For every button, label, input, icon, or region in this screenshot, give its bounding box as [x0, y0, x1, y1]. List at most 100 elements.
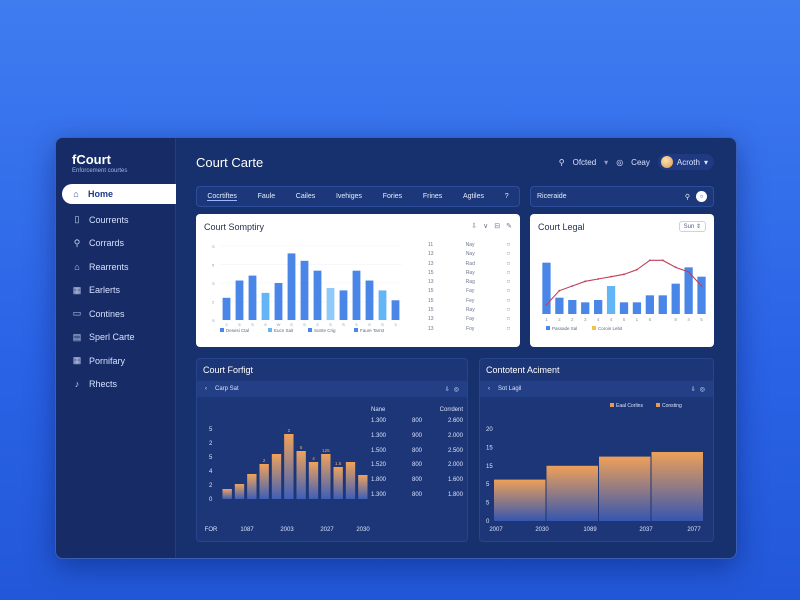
checkbox-icon[interactable]: □	[507, 298, 510, 307]
legend-label: Eaal Corlins	[616, 403, 643, 409]
table-cell: Rad	[465, 260, 475, 267]
sidebar-item-label: Rearrents	[89, 261, 129, 272]
legend-swatch	[610, 403, 614, 407]
tab-4[interactable]: Ivehiges	[336, 193, 362, 200]
y-tick-label: 15	[486, 464, 493, 470]
sidebar-item-pornifary[interactable]: ▦ Pornifary	[56, 349, 176, 373]
tab-7[interactable]: Agtiles	[463, 193, 484, 200]
checkbox-icon[interactable]: □	[507, 279, 510, 288]
bar	[222, 297, 231, 320]
chevron-down-icon[interactable]: ∨	[483, 222, 488, 230]
checkbox-icon[interactable]: □	[507, 326, 510, 335]
data-label: 4	[312, 456, 315, 461]
x-tick-label: 4	[610, 317, 613, 322]
user-menu[interactable]: Acroth ▾	[657, 154, 714, 170]
y-tick-label: S	[212, 281, 215, 286]
bar	[632, 302, 642, 314]
checkbox-icon[interactable]: □	[507, 251, 510, 260]
table-row: 13 Rag □	[428, 279, 510, 288]
summary-table: 11 Nay □ 13 Nay □ 13 Rad □ 15 Ray □ 13 Rag □ 15 Fay □ 15 Fe…	[428, 242, 510, 335]
period-select[interactable]: Sun ⇕	[678, 221, 706, 232]
search-label[interactable]: Ofcted	[573, 158, 597, 167]
table-cell: Ray	[465, 269, 475, 276]
x-tick-label: S	[342, 322, 345, 327]
checkbox-icon[interactable]: □	[507, 307, 510, 316]
court-legal-card: Court Legal Sun ⇕ 1 2 2 3 4 4 5 1 6 8 4 5 Passade Sa…	[530, 214, 714, 347]
legend-swatch	[546, 326, 550, 330]
table-cell: 15	[428, 288, 434, 295]
court-summary-card: Court Somptiry ⇩ ∨ ⊟ ✎ S5S2S25S5WSSSSS5S…	[196, 214, 520, 347]
x-tick-label: S	[303, 322, 306, 327]
sidebar-item-contines[interactable]: ▭ Contines	[56, 302, 176, 326]
legend-label: Eucn Sait	[274, 328, 294, 333]
tab-5[interactable]: Fories	[383, 193, 402, 200]
checkbox-icon[interactable]: □	[507, 270, 510, 279]
sidebar-item-courrents[interactable]: ▯ Courrents	[56, 208, 176, 232]
filter-label[interactable]: Carp Sat	[215, 386, 445, 392]
legend-swatch	[656, 403, 660, 407]
x-tick-label: 2027	[320, 527, 334, 533]
forecast-bar-chart: 5 2 5 4 2 0 2 2 5 4 125 1.5 FOR 1087 2003 2027 2030	[205, 427, 371, 533]
download-icon[interactable]: ⇩	[691, 386, 696, 393]
sidebar-item-corrards[interactable]: ⚲ Corrards	[56, 232, 176, 256]
line-point	[584, 280, 587, 283]
main-area: Court Carte ⚲ Ofcted ▾ ◎ Ceay Acroth ▾ C…	[176, 138, 736, 558]
legend-swatch	[268, 328, 272, 332]
tab-8[interactable]: ?	[505, 193, 509, 200]
table-row: 13 Rad □	[428, 261, 510, 270]
side-search-bar[interactable]: Riceraide ⚲ ○	[530, 186, 714, 207]
bar	[222, 489, 232, 499]
sidebar-item-earlerts[interactable]: ▦ Earlerts	[56, 279, 176, 303]
chevron-left-icon[interactable]: ‹	[488, 386, 490, 392]
sidebar-item-label: Pornifary	[89, 355, 126, 366]
bar	[308, 462, 319, 499]
checkbox-icon[interactable]: □	[507, 316, 510, 325]
card-title: Court Forfigt	[203, 365, 254, 375]
edit-icon[interactable]: ✎	[506, 222, 512, 230]
table-cell: 2.000	[447, 432, 463, 439]
chat-icon[interactable]: ◎	[616, 158, 623, 167]
checkbox-icon[interactable]: □	[507, 288, 510, 297]
table-row: 1.520 800 2.000	[371, 462, 463, 477]
table-cell: 800	[411, 491, 422, 498]
chevron-down-icon: ▾	[703, 157, 708, 167]
data-label: 2	[263, 458, 266, 463]
filter-icon[interactable]: ⊟	[494, 222, 500, 230]
y-tick-label: 5	[209, 455, 213, 461]
sidebar-item-rearrents[interactable]: ⌂ Rearrents	[56, 255, 176, 279]
filter-label[interactable]: Sot Lagil	[498, 386, 691, 392]
settings-icon[interactable]: ◎	[700, 386, 705, 393]
avatar[interactable]	[660, 156, 673, 168]
table-cell: 15	[428, 307, 434, 314]
toggle-button[interactable]: ○	[696, 191, 707, 202]
bar	[259, 464, 269, 499]
sidebar-item-sperl-carte[interactable]: ▤ Sperl Carte	[56, 326, 176, 350]
sidebar-item-rhects[interactable]: ♪ Rhects	[56, 373, 176, 397]
legend-label: Sutrte Crig	[314, 328, 336, 333]
x-tick-label: 5	[623, 317, 626, 322]
table-cell: 900	[411, 432, 422, 439]
y-tick-label: 20	[486, 427, 493, 433]
sidebar-item-home[interactable]: ⌂ Home	[62, 184, 176, 204]
chevron-left-icon[interactable]: ‹	[205, 386, 207, 392]
tab-6[interactable]: Frines	[423, 193, 442, 200]
y-tick-label: 5	[486, 501, 490, 507]
tab-1[interactable]: Cocrtiftes	[207, 193, 237, 201]
tab-2[interactable]: Faule	[258, 193, 276, 200]
settings-icon[interactable]: ◎	[454, 386, 459, 393]
search-icon[interactable]: ⚲	[685, 193, 690, 201]
x-tick-label: S	[368, 322, 371, 327]
download-icon[interactable]: ⇩	[445, 386, 450, 393]
search-icon[interactable]: ⚲	[559, 158, 565, 167]
download-icon[interactable]: ⇩	[471, 222, 477, 230]
checkbox-icon[interactable]: □	[507, 242, 510, 251]
bar	[365, 280, 374, 320]
card-filter-bar: ‹ Sot Lagil ⇩ ◎	[480, 381, 713, 397]
tab-3[interactable]: Cailes	[296, 193, 315, 200]
x-tick-label: S	[329, 322, 332, 327]
table-cell: 1.500	[371, 447, 387, 454]
app-window: fCourt Enforcement courtes ⌂ Home ▯ Courren…	[55, 137, 737, 559]
checkbox-icon[interactable]: □	[507, 261, 510, 270]
chat-label[interactable]: Ceay	[631, 158, 650, 167]
chevron-down-icon[interactable]: ▾	[604, 158, 608, 167]
